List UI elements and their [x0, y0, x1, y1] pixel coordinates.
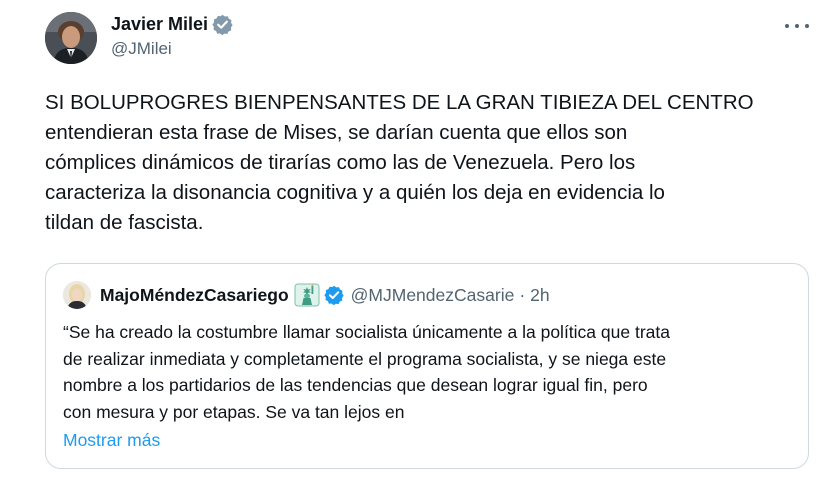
- verified-badge-icon[interactable]: [324, 285, 344, 306]
- quoted-tweet-time[interactable]: 2h: [530, 285, 549, 306]
- more-horizontal-icon[interactable]: [785, 16, 809, 36]
- separator-dot: ·: [519, 284, 526, 305]
- author-info: Javier Milei @JMilei: [111, 13, 233, 59]
- author-avatar[interactable]: [45, 12, 97, 64]
- tweet-text: SI BOLUPROGRES BIENPENSANTES DE LA GRAN …: [45, 91, 754, 234]
- quoted-tweet-text: “Se ha creado la costumbre llamar social…: [63, 322, 670, 422]
- quoted-author-name[interactable]: MajoMéndezCasariego: [100, 285, 289, 306]
- quoted-author-avatar[interactable]: [63, 281, 91, 309]
- quoted-tweet-header: MajoMéndezCasariego @MJMendezCasarie · 2…: [63, 281, 550, 309]
- quoted-tweet[interactable]: MajoMéndezCasariego @MJMendezCasarie · 2…: [45, 263, 809, 469]
- statue-of-liberty-icon: [294, 283, 320, 307]
- author-name[interactable]: Javier Milei: [111, 13, 208, 35]
- author-handle[interactable]: @JMilei: [111, 39, 233, 59]
- show-more-link[interactable]: Mostrar más: [63, 427, 160, 453]
- author-name-row: Javier Milei: [111, 13, 233, 35]
- verified-badge-icon[interactable]: [212, 14, 233, 35]
- quoted-author-handle[interactable]: @MJMendezCasarie: [351, 285, 515, 306]
- tweet: Javier Milei @JMilei SI BOLUPROGRES BIEN…: [0, 0, 835, 493]
